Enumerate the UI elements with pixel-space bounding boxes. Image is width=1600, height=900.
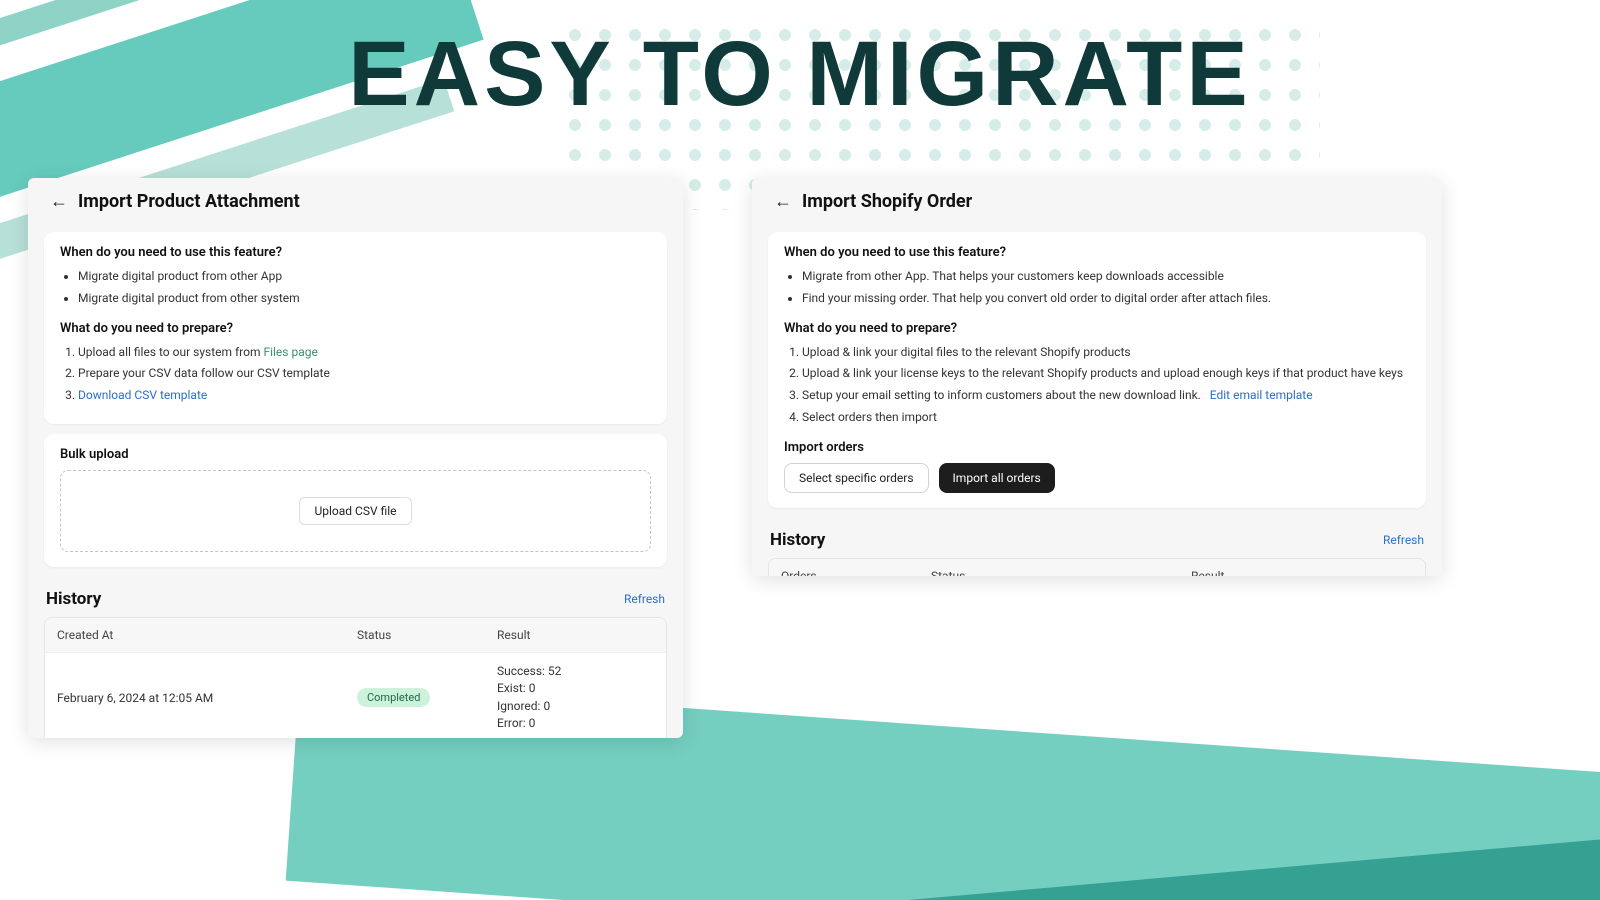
prepare-item: Upload & link your digital files to the …: [802, 344, 1410, 361]
col-status: Status: [919, 559, 1179, 576]
when-heading: When do you need to use this feature?: [60, 245, 651, 260]
back-icon[interactable]: ←: [774, 193, 792, 211]
back-icon[interactable]: ←: [50, 193, 68, 211]
history-heading: History: [770, 530, 825, 550]
download-csv-link[interactable]: Download CSV template: [78, 388, 207, 402]
hero-title: EASY TO MIGRATE: [0, 22, 1600, 127]
table-row: February 6, 2024 at 12:05 AM Completed S…: [45, 652, 666, 738]
import-attachment-panel: ← Import Product Attachment When do you …: [28, 178, 683, 738]
import-orders-heading: Import orders: [784, 440, 1410, 455]
prepare-item: Setup your email setting to inform custo…: [802, 387, 1410, 404]
col-result: Result: [1179, 559, 1425, 576]
history-table: Orders Status Result: [768, 558, 1426, 576]
col-orders: Orders: [769, 559, 919, 576]
import-order-panel: ← Import Shopify Order When do you need …: [752, 178, 1442, 576]
refresh-button[interactable]: Refresh: [1383, 533, 1424, 547]
prepare-item: Upload all files to our system from File…: [78, 344, 651, 361]
info-card: When do you need to use this feature? Mi…: [768, 232, 1426, 508]
upload-dropzone[interactable]: Upload CSV file: [60, 470, 651, 552]
prepare-item: Select orders then import: [802, 409, 1410, 426]
refresh-button[interactable]: Refresh: [624, 592, 665, 606]
bulk-heading: Bulk upload: [60, 447, 651, 462]
prepare-item: Upload & link your license keys to the r…: [802, 365, 1410, 382]
status-badge: Completed: [357, 688, 430, 707]
col-created: Created At: [45, 618, 345, 652]
files-page-link[interactable]: Files page: [263, 345, 317, 359]
when-item: Migrate digital product from other syste…: [78, 290, 651, 307]
col-result: Result: [485, 618, 666, 652]
select-orders-button[interactable]: Select specific orders: [784, 463, 929, 493]
info-card: When do you need to use this feature? Mi…: [44, 232, 667, 424]
page-title: Import Shopify Order: [802, 191, 972, 212]
prepare-heading: What do you need to prepare?: [60, 321, 651, 336]
bulk-upload-card: Bulk upload Upload CSV file: [44, 434, 667, 567]
when-item: Migrate digital product from other App: [78, 268, 651, 285]
page-title: Import Product Attachment: [78, 191, 300, 212]
upload-csv-button[interactable]: Upload CSV file: [299, 497, 411, 525]
prepare-item: Prepare your CSV data follow our CSV tem…: [78, 365, 651, 382]
when-item: Find your missing order. That help you c…: [802, 290, 1410, 307]
import-all-button[interactable]: Import all orders: [939, 463, 1055, 493]
when-heading: When do you need to use this feature?: [784, 245, 1410, 260]
when-item: Migrate from other App. That helps your …: [802, 268, 1410, 285]
history-table: Created At Status Result February 6, 202…: [44, 617, 667, 738]
prepare-heading: What do you need to prepare?: [784, 321, 1410, 336]
history-heading: History: [46, 589, 101, 609]
edit-email-link[interactable]: Edit email template: [1210, 388, 1313, 402]
prepare-item: Download CSV template: [78, 387, 651, 404]
col-status: Status: [345, 618, 485, 652]
